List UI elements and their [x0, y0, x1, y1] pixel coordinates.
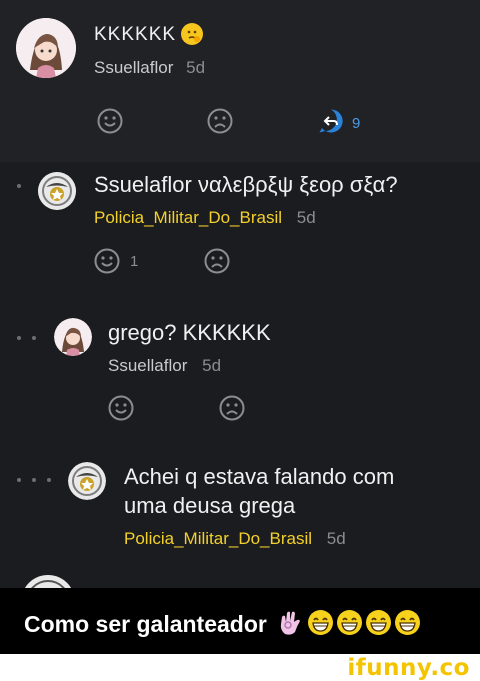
comment-avatar[interactable] — [68, 462, 106, 500]
comment-time: 5d — [326, 529, 346, 548]
post-text: KKKKKK — [94, 24, 177, 45]
comment-unsmile-button[interactable] — [204, 248, 230, 279]
post-meta: Ssuellaflor 5d — [94, 58, 205, 78]
pouting-emoji-icon — [180, 22, 204, 46]
thread-dot — [17, 478, 21, 482]
caption-text: Como ser galanteador — [24, 611, 267, 637]
thread-dot — [32, 336, 36, 340]
smile-button[interactable] — [97, 108, 123, 139]
thread-dot — [17, 184, 21, 188]
comment-author[interactable]: Policia_Militar_Do_Brasil — [94, 208, 282, 227]
comment-text: grego? KKKKKK — [108, 320, 271, 345]
ok-hand-emoji-icon — [277, 608, 303, 641]
reply-icon — [318, 108, 344, 139]
comment-smile-button[interactable] — [108, 395, 134, 426]
post-avatar[interactable] — [16, 18, 76, 78]
caption: Como ser galanteador — [24, 608, 421, 641]
comment-author[interactable]: Ssuellaflor — [108, 356, 187, 375]
comment-meta: Policia_Militar_Do_Brasil 5d — [94, 208, 316, 228]
post-author[interactable]: Ssuellaflor — [94, 58, 173, 77]
comment-text-line: uma deusa grega — [124, 493, 296, 518]
post-time: 5d — [186, 58, 206, 77]
comment-time: 5d — [202, 356, 222, 375]
thread-dot — [17, 336, 21, 340]
smile-count: 1 — [130, 252, 139, 270]
comment-text: Ssuelaflor ναλεβρξψ ξεορ σξα? — [94, 172, 398, 197]
post-header — [0, 0, 480, 162]
comment-avatar[interactable] — [38, 172, 76, 210]
grinning-emoji-icon — [307, 609, 334, 641]
comment-author[interactable]: Policia_Militar_Do_Brasil — [124, 529, 312, 548]
comment-meta: Policia_Militar_Do_Brasil 5d — [124, 529, 346, 549]
unsmile-button[interactable] — [207, 108, 233, 139]
comment-text-line: Achei q estava falando com — [124, 464, 395, 489]
grinning-emoji-icon — [336, 609, 363, 641]
thread-dot — [47, 478, 51, 482]
comment-meta: Ssuellaflor 5d — [108, 356, 221, 376]
comment-avatar[interactable] — [54, 318, 92, 356]
partial-avatar — [20, 574, 76, 588]
grinning-emoji-icon — [365, 609, 392, 641]
comment-smile-button[interactable]: 1 — [94, 248, 138, 274]
reply-button[interactable]: 9 — [318, 108, 360, 139]
grinning-emoji-icon — [394, 609, 421, 641]
ifunny-watermark: ifunny.co — [347, 655, 470, 681]
thread-dot — [32, 478, 36, 482]
comment-text: Achei q estava falando com uma deusa gre… — [124, 462, 394, 520]
comment-unsmile-button[interactable] — [219, 395, 245, 426]
reply-count: 9 — [352, 115, 361, 132]
comment-time: 5d — [296, 208, 316, 227]
